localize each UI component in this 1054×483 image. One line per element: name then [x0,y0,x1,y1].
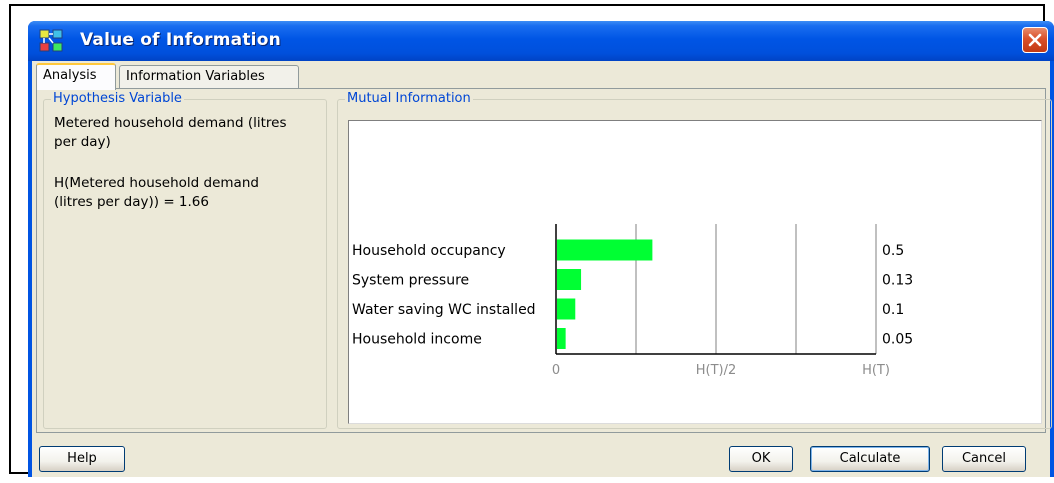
variable-line-1: Metered household demand (litres [54,115,287,131]
close-icon [1028,33,1042,47]
hypothesis-entropy: H(Metered household demand (litres per d… [54,174,319,212]
value-label-3: 0.1 [882,302,904,318]
calculate-button[interactable]: Calculate [810,446,930,472]
help-button[interactable]: Help [39,446,125,472]
bar-2 [557,269,582,290]
title-bar[interactable]: Value of Information [28,21,1054,61]
dialog-body: Analysis Information Variables Hypothesi… [32,61,1052,477]
x-tick-label-2: H(T)/2 [696,363,737,378]
bar-1 [557,239,653,261]
cancel-button[interactable]: Cancel [942,446,1026,472]
category-label-4: Household income [352,332,482,348]
variable-line-2: per day) [54,134,111,150]
bar-4 [557,328,566,349]
entropy-line-2: (litres per day)) = 1.66 [54,194,209,210]
hypothesis-variable-name: Metered household demand (litres per day… [54,114,319,152]
value-of-information-dialog: Value of Information Analysis Informatio… [28,21,1054,477]
category-label-3: Water saving WC installed [352,302,536,318]
value-label-4: 0.05 [882,332,913,348]
category-label-2: System pressure [352,273,469,289]
app-network-icon [39,29,63,52]
tab-information-variables[interactable]: Information Variables [119,65,299,89]
value-label-1: 0.5 [882,243,904,259]
category-label-1: Household occupancy [352,243,506,259]
mutual-information-group: Mutual Information Household occupancy 0.… [337,91,1052,429]
ok-button[interactable]: OK [729,446,793,472]
x-tick-label-1: 0 [552,363,560,378]
analysis-tab-page: Hypothesis Variable Metered household de… [36,88,1052,433]
mutual-information-group-title: Mutual Information [345,91,473,106]
value-label-2: 0.13 [882,273,913,289]
x-tick-label-3: H(T) [862,363,890,378]
close-button[interactable] [1022,27,1048,53]
hypothesis-group-title: Hypothesis Variable [51,91,184,106]
window-title: Value of Information [80,30,281,50]
tab-analysis[interactable]: Analysis [36,63,116,90]
bar-3 [557,298,576,320]
entropy-line-1: H(Metered household demand [54,175,259,191]
mi-chart-svg: Household occupancy 0.5 System pressure 0.1… [352,224,913,378]
hypothesis-variable-group: Hypothesis Variable Metered household de… [43,91,327,429]
mutual-information-chart: Household occupancy 0.5 System pressure 0.1… [348,120,1042,424]
